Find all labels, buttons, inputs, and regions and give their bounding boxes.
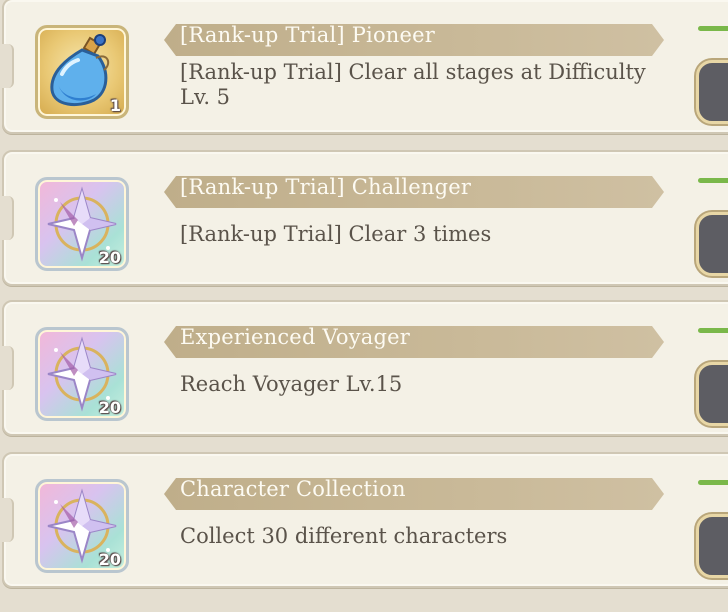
reward-count: 20	[98, 398, 121, 417]
reward-count: 20	[98, 550, 121, 569]
progress-bar	[698, 328, 728, 333]
crystal-icon[interactable]: 20	[35, 479, 129, 573]
mission-title: Experienced Voyager	[180, 325, 411, 349]
mission-description: Collect 30 different characters	[180, 524, 508, 548]
claim-button[interactable]	[696, 212, 728, 276]
mission-description: [Rank-up Trial] Clear all stages at Diff…	[180, 60, 646, 109]
mission-card: 1 [Rank-up Trial] Pioneer [Rank-up Trial…	[2, 0, 728, 134]
mission-description: Reach Voyager Lv.15	[180, 372, 403, 396]
progress-bar	[698, 178, 728, 183]
mission-title: Character Collection	[180, 477, 406, 501]
progress-bar	[698, 480, 728, 485]
crystal-icon[interactable]: 20	[35, 327, 129, 421]
mission-title: [Rank-up Trial] Challenger	[180, 175, 472, 199]
mission-card: 20 [Rank-up Trial] Challenger [Rank-up T…	[2, 150, 728, 286]
claim-button[interactable]	[696, 514, 728, 578]
mission-description: [Rank-up Trial] Clear 3 times	[180, 222, 492, 246]
reward-count: 20	[98, 248, 121, 267]
mission-list: 1 [Rank-up Trial] Pioneer [Rank-up Trial…	[0, 0, 728, 612]
claim-button[interactable]	[696, 60, 728, 124]
progress-bar	[698, 26, 728, 31]
crystal-icon[interactable]: 20	[35, 177, 129, 271]
potion-icon[interactable]: 1	[35, 25, 129, 119]
mission-title: [Rank-up Trial] Pioneer	[180, 23, 436, 47]
mission-card: 20 Character Collection Collect 30 diffe…	[2, 452, 728, 588]
mission-card: 20 Experienced Voyager Reach Voyager Lv.…	[2, 300, 728, 436]
reward-count: 1	[109, 96, 121, 115]
claim-button[interactable]	[696, 362, 728, 426]
